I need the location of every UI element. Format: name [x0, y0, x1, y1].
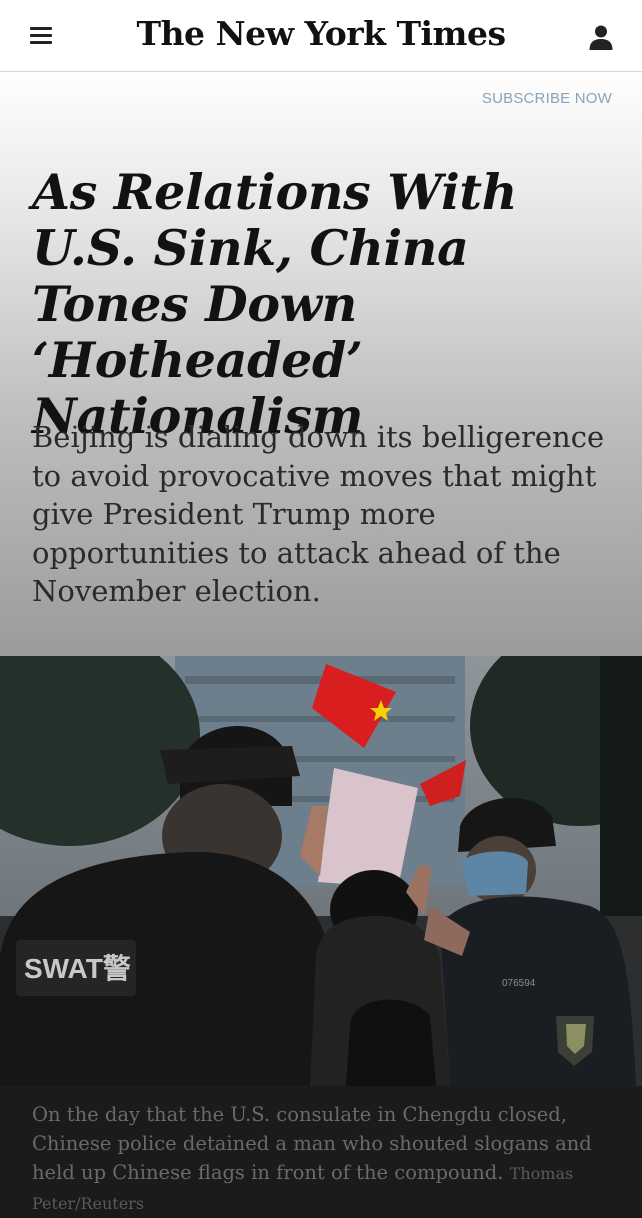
article-headline[interactable]: As Relations With U.S. Sink, China Tones… — [32, 164, 622, 444]
top-bar: The New York Times — [0, 0, 642, 72]
subscribe-now-link[interactable]: SUBSCRIBE NOW — [482, 90, 612, 107]
article-summary: Beijing is dialing down its belligerence… — [32, 420, 605, 608]
caption-text: On the day that the U.S. consulate in Ch… — [32, 1103, 592, 1184]
photo-caption-area: On the day that the U.S. consulate in Ch… — [0, 1086, 642, 1213]
user-account-icon[interactable] — [588, 24, 614, 50]
photo-caption: On the day that the U.S. consulate in Ch… — [32, 1100, 612, 1218]
swat-vest-label: SWAT警 — [24, 953, 131, 984]
article-photo[interactable]: SWAT警 076594 — [0, 656, 642, 1086]
nyt-logo[interactable]: The New York Times — [0, 14, 642, 53]
article-hero: SUBSCRIBE NOW As Relations With U.S. Sin… — [0, 72, 642, 656]
police-badge-number: 076594 — [502, 978, 536, 989]
